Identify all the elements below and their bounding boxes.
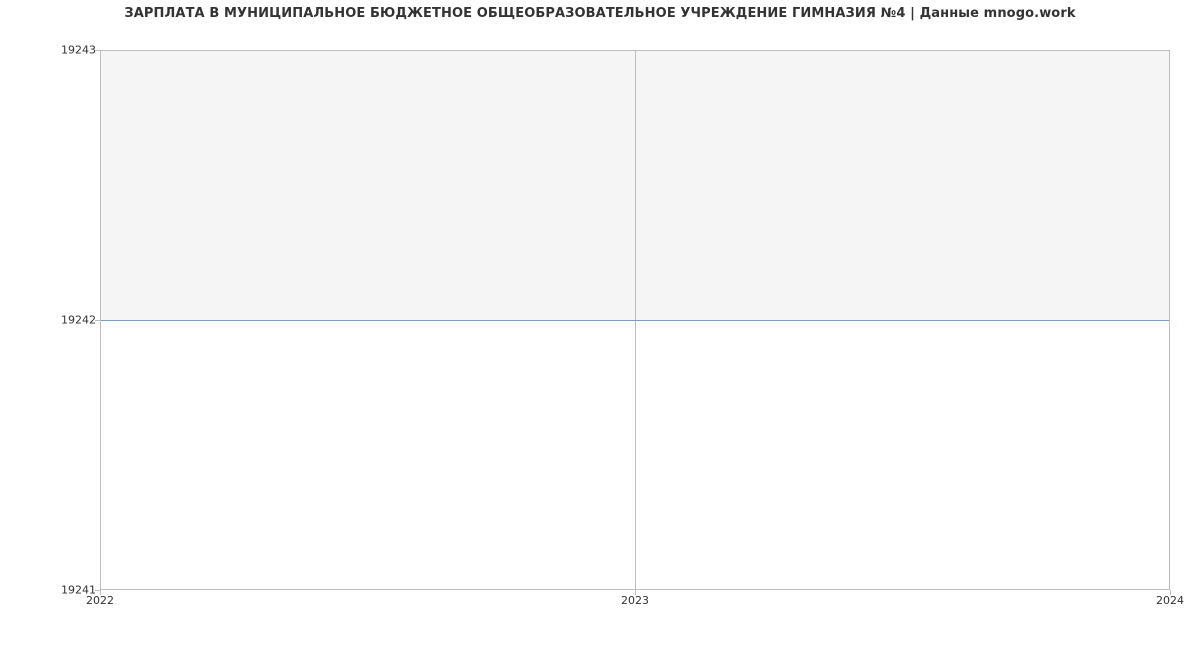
x-tick-label-2023: 2023 — [621, 594, 649, 607]
y-tick-label-top: 19243 — [6, 44, 96, 57]
salary-line-chart: ЗАРПЛАТА В МУНИЦИПАЛЬНОЕ БЮДЖЕТНОЕ ОБЩЕО… — [0, 0, 1200, 650]
x-tick-label-2022: 2022 — [86, 594, 114, 607]
plot-area — [100, 50, 1170, 590]
series-line-salary — [101, 320, 1169, 321]
y-tick-label-bottom: 19241 — [6, 584, 96, 597]
y-tick-label-mid: 19242 — [6, 314, 96, 327]
x-tick-label-2024: 2024 — [1156, 594, 1184, 607]
chart-title: ЗАРПЛАТА В МУНИЦИПАЛЬНОЕ БЮДЖЕТНОЕ ОБЩЕО… — [0, 6, 1200, 21]
